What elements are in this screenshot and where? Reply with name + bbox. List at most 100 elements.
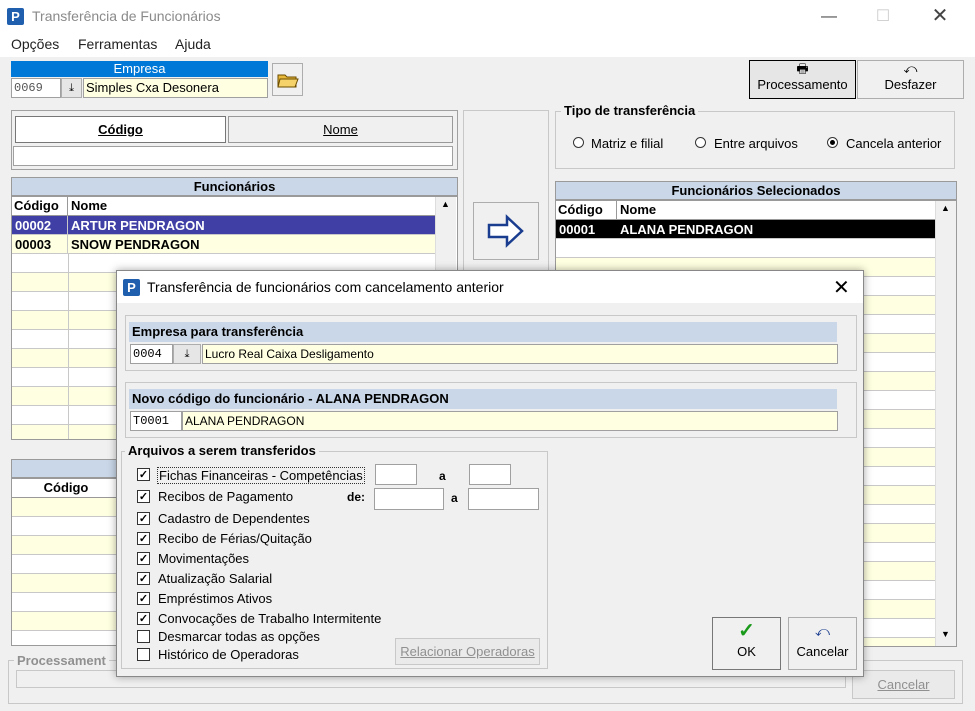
check-desmarcar-label: Desmarcar todas as opções [158, 629, 320, 644]
processamento-group-label: Processament [14, 653, 109, 668]
check-recibos[interactable]: ✓ [137, 490, 150, 503]
selecionados-header: Funcionários Selecionados [555, 181, 957, 200]
transfer-dialog: P Transferência de funcionários com canc… [116, 270, 864, 677]
funcionarios-header: Funcionários [11, 177, 458, 196]
cancelar-label: Cancelar [796, 644, 849, 659]
check-convocacoes[interactable]: ✓ [137, 612, 150, 625]
recibos-to-input[interactable] [468, 488, 539, 510]
check-ferias-label: Recibo de Férias/Quitação [158, 531, 312, 546]
ok-button[interactable]: ✓ OK [712, 617, 781, 670]
lower-col-codigo[interactable]: Código [12, 479, 120, 498]
app-icon: P [7, 8, 24, 25]
radio-entre-arquivos[interactable] [695, 137, 706, 148]
folder-icon [276, 74, 299, 88]
radio-entre-arquivos-label: Entre arquivos [714, 136, 798, 151]
row-nome: ARTUR PENDRAGON [71, 218, 205, 233]
check-movimentacoes[interactable]: ✓ [137, 552, 150, 565]
scroll-down-icon[interactable]: ▼ [937, 629, 954, 643]
check-fichas[interactable]: ✓ [137, 468, 150, 481]
empresa-transfer-name: Lucro Real Caixa Desligamento [202, 344, 838, 364]
check-dependentes[interactable]: ✓ [137, 512, 150, 525]
radio-matriz-filial[interactable] [573, 137, 584, 148]
col-nome[interactable]: Nome [68, 197, 435, 216]
desfazer-button[interactable]: ⤺ Desfazer [857, 60, 964, 99]
recibos-from-input[interactable] [374, 488, 444, 510]
col-codigo[interactable]: Código [12, 197, 68, 216]
competencia-to-input[interactable] [469, 464, 511, 485]
menu-ajuda[interactable]: Ajuda [175, 36, 211, 52]
processamento-button[interactable]: 🖶 Processamento [749, 60, 856, 99]
radio-matriz-filial-label: Matriz e filial [591, 136, 664, 151]
competencia-a-label: a [439, 469, 446, 483]
check-historico-label: Histórico de Operadoras [158, 647, 299, 662]
open-folder-button[interactable] [272, 63, 303, 96]
empresa-transfer-lookup[interactable]: ⤓ [173, 344, 201, 364]
download-arrow-icon: ⤓ [69, 82, 74, 94]
sel-col-codigo[interactable]: Código [556, 201, 617, 220]
processamento-label: Processamento [757, 77, 848, 92]
empresa-transfer-header: Empresa para transferência [129, 322, 837, 342]
radio-cancela-anterior[interactable] [827, 137, 838, 148]
ok-label: OK [737, 644, 756, 659]
empresa-header: Empresa [11, 61, 268, 77]
check-emprestimos[interactable]: ✓ [137, 592, 150, 605]
check-atualizacao-label: Atualização Salarial [158, 571, 273, 586]
check-dependentes-label: Cadastro de Dependentes [158, 511, 310, 526]
check-desmarcar[interactable] [137, 630, 150, 643]
search-input[interactable] [13, 146, 453, 166]
check-recibos-label: Recibos de Pagamento [158, 489, 294, 504]
check-historico[interactable] [137, 648, 150, 661]
competencia-from-input[interactable] [375, 464, 417, 485]
menu-ferramentas[interactable]: Ferramentas [78, 36, 157, 52]
relacionar-operadoras-button[interactable]: Relacionar Operadoras [395, 638, 540, 665]
arquivos-label: Arquivos a serem transferidos [125, 443, 319, 458]
window-title: Transferência de Funcionários [32, 8, 221, 24]
close-button[interactable]: ✕ [917, 0, 963, 33]
empresa-name-field: Simples Cxa Desonera [83, 78, 268, 98]
minimize-button[interactable]: — [806, 0, 852, 33]
tab-codigo[interactable]: Código [15, 116, 226, 143]
recibos-de-label: de: [347, 490, 365, 504]
desfazer-label: Desfazer [884, 77, 937, 92]
scroll-up-icon[interactable]: ▲ [937, 203, 954, 217]
check-atualizacao[interactable]: ✓ [137, 572, 150, 585]
column-divider [68, 254, 69, 439]
undo-icon: ⤺ [815, 623, 830, 639]
cancelar-main-button[interactable]: Cancelar [852, 670, 955, 699]
novo-codigo-field[interactable]: T0001 [130, 411, 182, 431]
arrow-right-icon [487, 214, 524, 248]
table-row[interactable]: 00003 SNOW PENDRAGON [12, 235, 435, 254]
scroll-up-icon[interactable]: ▲ [437, 199, 454, 213]
row-nome: SNOW PENDRAGON [71, 237, 200, 252]
menu-opcoes[interactable]: Opções [11, 36, 59, 52]
sel-col-nome[interactable]: Nome [617, 201, 935, 220]
maximize-button[interactable]: ☐ [860, 0, 906, 33]
tipo-label: Tipo de transferência [561, 103, 699, 118]
recibos-a-label: a [451, 491, 458, 505]
row-codigo: 00001 [559, 222, 596, 237]
check-movimentacoes-label: Movimentações [158, 551, 250, 566]
row-codigo: 00003 [12, 235, 68, 254]
check-icon: ✓ [738, 620, 755, 642]
row-codigo: 00002 [12, 216, 68, 235]
table-row[interactable]: 00002 ARTUR PENDRAGON [12, 216, 435, 235]
check-fichas-label: Fichas Financeiras - Competências [157, 467, 365, 484]
undo-icon: ⤺ [903, 61, 918, 76]
table-row[interactable]: 00001 ALANA PENDRAGON [556, 220, 935, 239]
check-ferias[interactable]: ✓ [137, 532, 150, 545]
tab-nome[interactable]: Nome [228, 116, 453, 143]
processing-icon: 🖶 [796, 61, 809, 76]
selecionados-scrollbar[interactable] [935, 201, 956, 646]
novo-nome-field: ALANA PENDRAGON [182, 411, 838, 431]
dialog-title: Transferência de funcionários com cancel… [147, 279, 504, 295]
radio-cancela-anterior-label: Cancela anterior [846, 136, 942, 151]
download-arrow-icon: ⤓ [184, 348, 190, 360]
row-nome: ALANA PENDRAGON [620, 222, 754, 237]
dialog-close-button[interactable]: ✕ [833, 275, 850, 300]
transfer-right-button[interactable] [473, 202, 539, 260]
check-emprestimos-label: Empréstimos Ativos [158, 591, 273, 606]
cancelar-button[interactable]: ⤺ Cancelar [788, 617, 857, 670]
empresa-lookup-button[interactable]: ⤓ [61, 78, 82, 98]
empresa-transfer-code[interactable]: 0004 [130, 344, 173, 364]
empresa-code-field[interactable]: 0069 [11, 78, 61, 98]
